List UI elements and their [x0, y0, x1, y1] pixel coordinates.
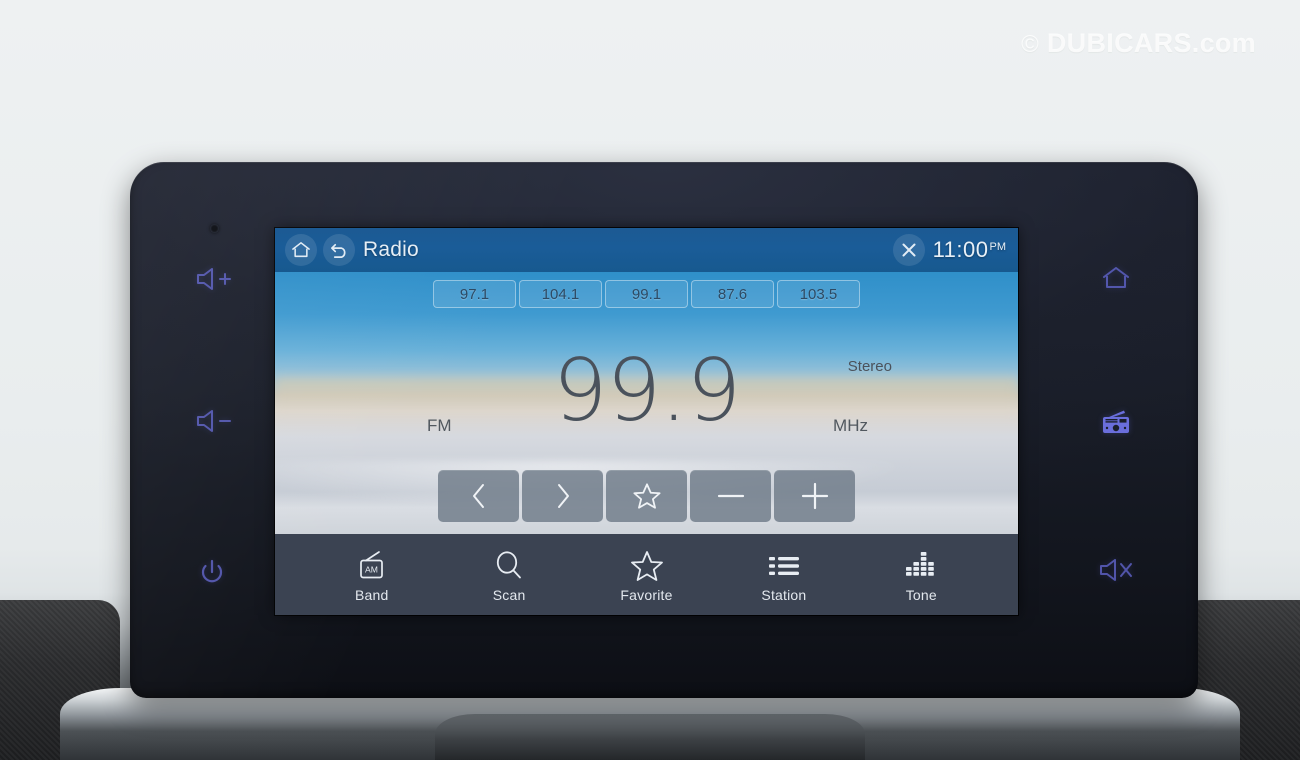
home-key[interactable]	[1092, 260, 1140, 296]
list-icon	[766, 547, 802, 581]
radio-content-area: 97.1 104.1 99.1 87.6 103.5 99.9 FM MHz S…	[275, 272, 1018, 534]
nav-item-favorite[interactable]: Favorite	[578, 547, 715, 603]
head-unit-bezel: Radio 11:00 PM 97.1 104.1 99.1 87.6 103.…	[130, 162, 1198, 698]
close-button[interactable]	[892, 234, 925, 266]
copyright-symbol: ©	[1021, 31, 1040, 58]
previous-station-button[interactable]	[438, 470, 519, 522]
nav-item-band[interactable]: AM Band	[303, 547, 440, 603]
watermark-text: DUBICARS.com	[1046, 28, 1256, 58]
band-label: FM	[427, 416, 452, 435]
frequency-value: 99.9	[552, 341, 741, 441]
clock-meridiem: PM	[989, 241, 1007, 253]
volume-down-key[interactable]	[188, 404, 242, 438]
nav-item-scan[interactable]: Scan	[440, 547, 577, 603]
nav-label: Station	[761, 586, 807, 603]
chrome-trim-notch	[435, 714, 865, 760]
preset-button[interactable]: 104.1	[519, 280, 602, 308]
star-icon	[632, 482, 661, 509]
home-icon	[292, 242, 310, 258]
page-title: Radio	[363, 238, 419, 261]
tuner-readout: 99.9 FM MHz Stereo	[275, 348, 1018, 452]
home-button[interactable]	[285, 234, 317, 266]
touchscreen-display[interactable]: Radio 11:00 PM 97.1 104.1 99.1 87.6 103.…	[275, 228, 1018, 615]
search-icon	[492, 547, 526, 581]
preset-button[interactable]: 87.6	[691, 280, 774, 308]
preset-button[interactable]: 103.5	[777, 280, 860, 308]
am-radio-icon: AM	[354, 547, 390, 581]
radio-icon	[1103, 410, 1129, 433]
speaker-plus-icon	[197, 268, 231, 290]
car-dashboard-scene: © DUBICARS.com Radio 11:00 PM 97.1 104.1…	[0, 0, 1300, 760]
speaker-mute-icon	[1100, 559, 1132, 581]
transport-controls	[275, 470, 1018, 522]
tune-up-button[interactable]	[774, 470, 855, 522]
ambient-light-sensor	[210, 224, 219, 233]
power-key[interactable]	[190, 554, 234, 592]
screen-titlebar: Radio 11:00 PM	[275, 228, 1018, 272]
watermark: © DUBICARS.com	[1021, 28, 1256, 59]
radio-key[interactable]	[1092, 404, 1140, 440]
home-icon	[1103, 267, 1129, 288]
svg-text:AM: AM	[365, 564, 378, 574]
nav-label: Scan	[492, 586, 526, 603]
bottom-nav-bar: AM Band Scan Favorite Station Tone	[275, 534, 1018, 615]
nav-item-station[interactable]: Station	[715, 547, 852, 603]
clock-time: 11:00	[932, 237, 989, 262]
volume-up-key[interactable]	[188, 262, 242, 296]
preset-button[interactable]: 97.1	[433, 280, 516, 308]
status-clock: 11:00 PM	[933, 237, 1006, 263]
star-icon	[630, 547, 664, 581]
chrome-trim-strip	[60, 688, 1240, 760]
equalizer-icon	[904, 547, 938, 581]
preset-button[interactable]: 99.1	[605, 280, 688, 308]
tune-down-button[interactable]	[690, 470, 771, 522]
mute-key[interactable]	[1090, 552, 1142, 588]
back-button[interactable]	[323, 234, 355, 266]
power-icon	[201, 559, 223, 583]
stereo-indicator: Stereo	[847, 358, 892, 375]
speaker-minus-icon	[197, 410, 231, 432]
minus-icon	[717, 494, 744, 498]
nav-label: Band	[354, 586, 389, 603]
nav-label: Tone	[905, 586, 937, 603]
chevron-left-icon	[472, 484, 484, 508]
chevron-right-icon	[557, 484, 569, 508]
next-station-button[interactable]	[522, 470, 603, 522]
close-x-icon	[902, 243, 916, 257]
preset-station-row: 97.1 104.1 99.1 87.6 103.5	[275, 280, 1018, 308]
favorite-button[interactable]	[606, 470, 687, 522]
nav-label: Favorite	[620, 586, 673, 603]
back-arrow-icon	[330, 243, 345, 258]
plus-icon	[801, 482, 828, 510]
frequency-unit-label: MHz	[833, 416, 868, 435]
nav-item-tone[interactable]: Tone	[853, 547, 990, 603]
